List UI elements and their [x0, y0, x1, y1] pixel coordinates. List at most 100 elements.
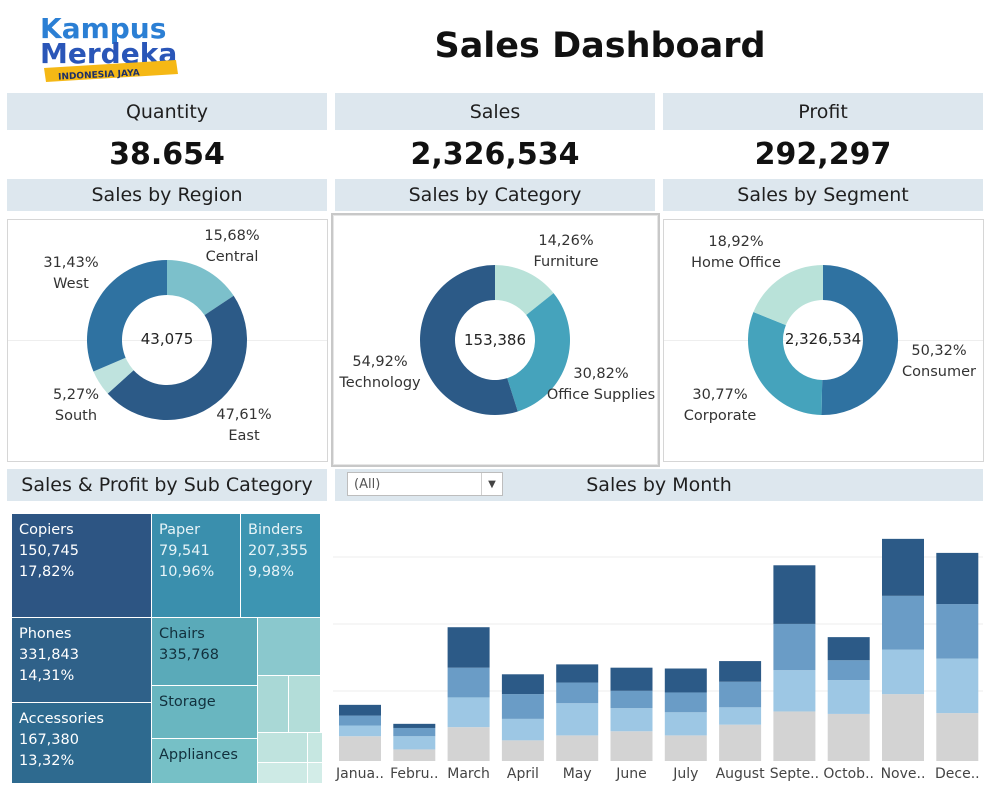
treemap-tile-small-5[interactable]: [308, 733, 323, 763]
bar-segment-july-0[interactable]: [664, 735, 707, 761]
treemap-tile-chairs[interactable]: Chairs 335,768: [152, 618, 258, 686]
bar-segment-november-0[interactable]: [882, 694, 924, 761]
segment-slice-home-office[interactable]: [753, 265, 823, 326]
bar-segment-january-3[interactable]: [339, 704, 381, 716]
bar-segment-october-3[interactable]: [827, 637, 870, 661]
bar-segment-november-1[interactable]: [882, 649, 924, 695]
x-tick-label: Nove..: [880, 766, 926, 782]
x-tick-label: April: [506, 766, 539, 782]
bar-segment-february-0[interactable]: [393, 749, 436, 761]
treemap-tile-small-7[interactable]: [308, 763, 323, 784]
treemap-tile-small-2[interactable]: [258, 676, 289, 733]
bar-segment-may-0[interactable]: [556, 735, 599, 761]
x-tick-label: Septe..: [769, 766, 820, 782]
bar-segment-april-1[interactable]: [501, 718, 544, 741]
category-chart-panel[interactable]: 153,386 14,26% Furniture 30,82% Office Sup…: [331, 213, 660, 467]
bar-segment-january-0[interactable]: [339, 736, 381, 761]
x-tick-label: Febru..: [390, 766, 439, 782]
bar-segment-december-3[interactable]: [936, 552, 979, 605]
bar-segment-june-3[interactable]: [610, 667, 653, 691]
x-tick-label: August: [715, 766, 765, 782]
bar-segment-july-2[interactable]: [664, 692, 707, 713]
treemap-tile-appliances[interactable]: Appliances: [152, 739, 258, 784]
bar-segment-may-1[interactable]: [556, 703, 599, 736]
subcategory-header: Sales & Profit by Sub Category: [7, 469, 327, 501]
month-header-title: Sales by Month: [586, 474, 732, 496]
month-filter-dropdown[interactable]: (All) ▼: [347, 472, 503, 496]
kampus-merdeka-logo: Kampus Merdeka INDONESIA JAYA: [38, 8, 188, 88]
logo-graphic: Kampus Merdeka INDONESIA JAYA: [40, 12, 178, 83]
bar-segment-november-2[interactable]: [882, 595, 924, 650]
bar-segment-april-0[interactable]: [501, 740, 544, 761]
bar-segment-july-1[interactable]: [664, 712, 707, 736]
treemap-tile-copiers[interactable]: Copiers 150,745 17,82%: [12, 514, 152, 618]
subcategory-treemap[interactable]: Copiers 150,745 17,82% Paper 79,541 10,9…: [12, 514, 323, 784]
bar-segment-june-2[interactable]: [610, 690, 653, 709]
category-header: Sales by Category: [335, 179, 655, 211]
segment-label-home-office: 18,92% Home Office: [691, 234, 781, 271]
segment-label-consumer: 50,32% Consumer: [902, 343, 976, 380]
bar-segment-september-3[interactable]: [773, 565, 816, 624]
bar-segment-august-0[interactable]: [719, 724, 762, 761]
month-filter-value: (All): [354, 477, 381, 492]
treemap-tile-paper[interactable]: Paper 79,541 10,96%: [152, 514, 241, 618]
bar-segment-december-0[interactable]: [936, 713, 979, 761]
treemap-tile-small-4[interactable]: [258, 733, 308, 763]
region-label-central: 15,68% Central: [204, 228, 260, 265]
bar-segment-september-2[interactable]: [773, 623, 816, 671]
bar-segment-december-2[interactable]: [936, 604, 979, 659]
dashboard-title: Sales Dashboard: [434, 26, 766, 66]
bar-segment-may-2[interactable]: [556, 682, 599, 704]
bar-segment-november-3[interactable]: [882, 538, 924, 596]
x-tick-label: July: [673, 766, 699, 782]
bar-segment-april-3[interactable]: [501, 674, 544, 695]
x-tick-label: March: [447, 766, 490, 782]
chevron-down-icon[interactable]: ▼: [481, 473, 502, 495]
bar-segment-march-3[interactable]: [447, 627, 490, 668]
region-header: Sales by Region: [7, 179, 327, 211]
bar-segment-january-1[interactable]: [339, 725, 381, 737]
bar-segment-january-2[interactable]: [339, 715, 381, 726]
bar-segment-december-1[interactable]: [936, 658, 979, 714]
treemap-tile-small-1[interactable]: [258, 618, 321, 676]
bar-segment-june-1[interactable]: [610, 708, 653, 732]
bar-segment-april-2[interactable]: [501, 694, 544, 719]
bar-segment-september-0[interactable]: [773, 711, 816, 761]
region-label-south: 5,27% South: [52, 387, 100, 424]
bar-segment-august-2[interactable]: [719, 681, 762, 708]
month-stacked-bar-chart[interactable]: [333, 505, 983, 795]
bar-segment-october-1[interactable]: [827, 680, 870, 714]
bar-segment-march-1[interactable]: [447, 697, 490, 728]
bar-segment-june-0[interactable]: [610, 731, 653, 761]
treemap-tile-storage[interactable]: Storage: [152, 686, 258, 739]
month-chart-panel[interactable]: [333, 505, 983, 795]
bar-segment-august-3[interactable]: [719, 661, 762, 682]
region-label-west: 31,43% West: [43, 255, 99, 292]
region-chart-panel[interactable]: 43,075 15,68% Central 47,61% East 5,27% Sou…: [7, 219, 328, 462]
bar-segment-may-3[interactable]: [556, 664, 599, 683]
treemap-tile-small-6[interactable]: [258, 763, 308, 784]
bar-segment-march-0[interactable]: [447, 727, 490, 761]
treemap-tile-binders[interactable]: Binders 207,355 9,98%: [241, 514, 321, 618]
x-tick-label: Dece..: [934, 766, 980, 782]
bar-segment-february-1[interactable]: [393, 736, 436, 750]
bar-segment-july-3[interactable]: [664, 668, 707, 693]
bar-segment-september-1[interactable]: [773, 670, 816, 712]
bar-segment-october-0[interactable]: [827, 713, 870, 761]
bar-segment-october-2[interactable]: [827, 660, 870, 681]
bar-segment-march-2[interactable]: [447, 667, 490, 698]
bar-segment-february-3[interactable]: [393, 723, 436, 728]
bar-segment-august-1[interactable]: [719, 707, 762, 725]
category-label-office-supplies: 30,82% Office Supplies: [546, 366, 656, 403]
region-label-east: 47,61% East: [216, 407, 272, 444]
segment-center-value: 2,326,534: [784, 330, 862, 348]
segment-chart-panel[interactable]: 2,326,534 50,32% Consumer 30,77% Corporate…: [663, 219, 984, 462]
treemap-tile-phones[interactable]: Phones 331,843 14,31%: [12, 618, 152, 703]
kpi-profit-value: 292,297: [754, 137, 892, 172]
kpi-profit-header: Profit: [663, 93, 983, 130]
treemap-tile-small-3[interactable]: [289, 676, 321, 733]
x-tick-label: June: [616, 766, 647, 782]
treemap-tile-accessories[interactable]: Accessories 167,380 13,32%: [12, 703, 152, 784]
bar-segment-february-2[interactable]: [393, 727, 436, 737]
segment-label-corporate: 30,77% Corporate: [683, 387, 757, 424]
